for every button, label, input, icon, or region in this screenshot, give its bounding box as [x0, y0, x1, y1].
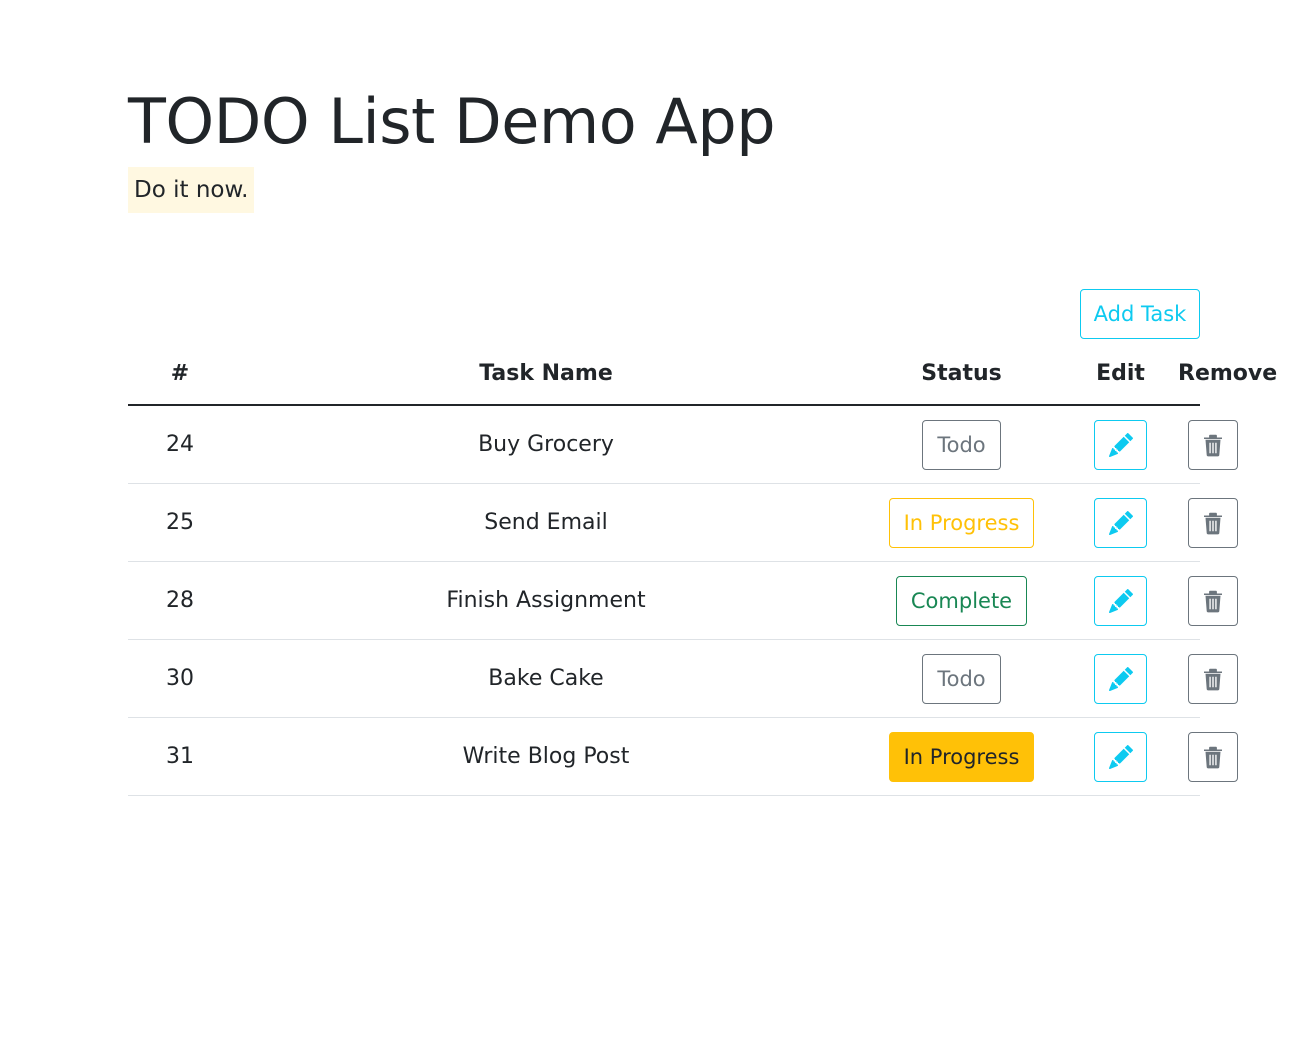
add-task-button[interactable]: Add Task [1080, 289, 1200, 339]
column-header-status: Status [860, 343, 1063, 406]
task-remove-cell [1178, 483, 1238, 562]
task-status-button[interactable]: Complete [895, 575, 1028, 626]
task-id: 25 [128, 483, 232, 562]
edit-task-button[interactable] [1094, 575, 1147, 626]
table-header-row: # Task Name Status Edit Remove [128, 343, 1277, 406]
pencil-icon [1095, 432, 1146, 457]
task-status-button[interactable]: In Progress [888, 731, 1035, 782]
task-rows: 24 Buy Grocery Todo 25 Send Email In Progress… [128, 405, 1238, 796]
task-edit-cell [1063, 405, 1178, 484]
task-status-button[interactable]: In Progress [888, 497, 1035, 548]
task-edit-cell [1063, 639, 1178, 718]
task-status-cell: In Progress [860, 717, 1063, 796]
remove-task-button[interactable] [1188, 575, 1238, 626]
task-remove-cell [1178, 405, 1238, 484]
task-status-button[interactable]: Todo [922, 419, 1001, 470]
task-id: 24 [128, 405, 232, 484]
column-header-edit: Edit [1063, 343, 1178, 406]
task-table: # Task Name Status Edit Remove 24 Buy Gro… [128, 343, 1277, 796]
task-name: Buy Grocery [232, 405, 860, 484]
task-name: Send Email [232, 483, 860, 562]
trash-icon [1189, 745, 1237, 769]
task-remove-cell [1178, 561, 1238, 640]
task-id: 28 [128, 561, 232, 640]
task-id: 31 [128, 717, 232, 796]
edit-task-button[interactable] [1094, 653, 1147, 704]
task-name: Write Blog Post [232, 717, 860, 796]
task-name: Finish Assignment [232, 561, 860, 640]
remove-task-button[interactable] [1188, 497, 1238, 548]
task-id: 30 [128, 639, 232, 718]
task-status-cell: Todo [860, 639, 1063, 718]
trash-icon [1189, 433, 1237, 457]
column-header-task-name: Task Name [232, 343, 860, 406]
edit-task-button[interactable] [1094, 731, 1147, 782]
task-name: Bake Cake [232, 639, 860, 718]
task-edit-cell [1063, 717, 1178, 796]
edit-task-button[interactable] [1094, 497, 1147, 548]
table-row: 25 Send Email In Progress [128, 483, 1238, 562]
remove-task-button[interactable] [1188, 419, 1238, 470]
column-header-remove: Remove [1178, 343, 1277, 406]
tagline: Do it now. [128, 167, 255, 213]
pencil-icon [1095, 510, 1146, 535]
pencil-icon [1095, 588, 1146, 613]
trash-icon [1189, 511, 1237, 535]
task-remove-cell [1178, 639, 1238, 718]
pencil-icon [1095, 666, 1146, 691]
task-status-cell: Todo [860, 405, 1063, 484]
task-edit-cell [1063, 483, 1178, 562]
trash-icon [1189, 589, 1237, 613]
task-status-cell: Complete [860, 561, 1063, 640]
remove-task-button[interactable] [1188, 731, 1238, 782]
remove-task-button[interactable] [1188, 653, 1238, 704]
pencil-icon [1095, 744, 1146, 769]
task-remove-cell [1178, 717, 1238, 796]
table-row: 30 Bake Cake Todo [128, 639, 1238, 718]
task-status-cell: In Progress [860, 483, 1063, 562]
table-row: 24 Buy Grocery Todo [128, 405, 1238, 484]
trash-icon [1189, 667, 1237, 691]
column-header-id: # [128, 343, 232, 406]
table-row: 31 Write Blog Post In Progress [128, 717, 1238, 796]
task-status-button[interactable]: Todo [922, 653, 1001, 704]
task-edit-cell [1063, 561, 1178, 640]
table-row: 28 Finish Assignment Complete [128, 561, 1238, 640]
page-title: TODO List Demo App [128, 85, 776, 158]
edit-task-button[interactable] [1094, 419, 1147, 470]
